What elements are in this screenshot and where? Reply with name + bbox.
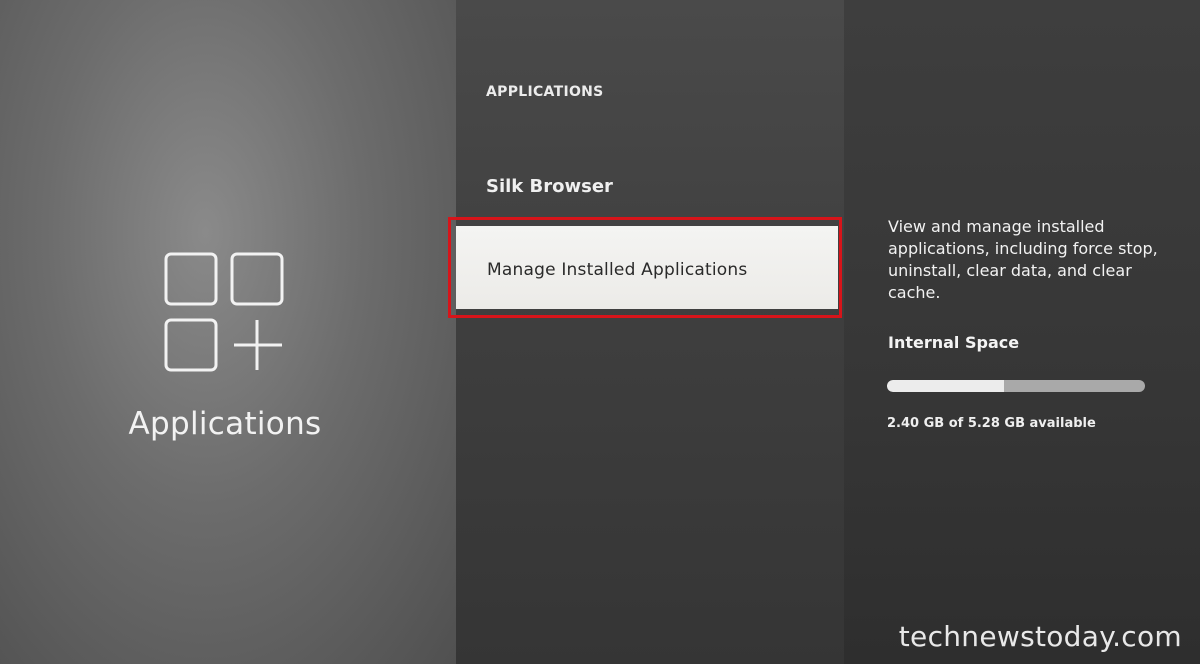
highlight-annotation-box	[448, 217, 842, 318]
section-header: APPLICATIONS	[486, 84, 604, 100]
watermark: technewstoday.com	[898, 620, 1182, 653]
apps-grid-add-icon	[162, 250, 288, 372]
category-title: Applications	[128, 406, 322, 442]
storage-text: 2.40 GB of 5.28 GB available	[887, 416, 1096, 431]
storage-progress-fill	[887, 380, 1005, 392]
fire-tv-settings-screen: Applications APPLICATIONS Silk Browser M…	[0, 0, 1200, 664]
category-pane	[0, 0, 456, 664]
storage-progress-bar	[887, 380, 1145, 392]
item-description: View and manage installed applications, …	[888, 217, 1158, 302]
details-pane	[844, 0, 1200, 664]
menu-item-silk-browser[interactable]: Silk Browser	[486, 176, 613, 197]
storage-title: Internal Space	[888, 333, 1020, 352]
